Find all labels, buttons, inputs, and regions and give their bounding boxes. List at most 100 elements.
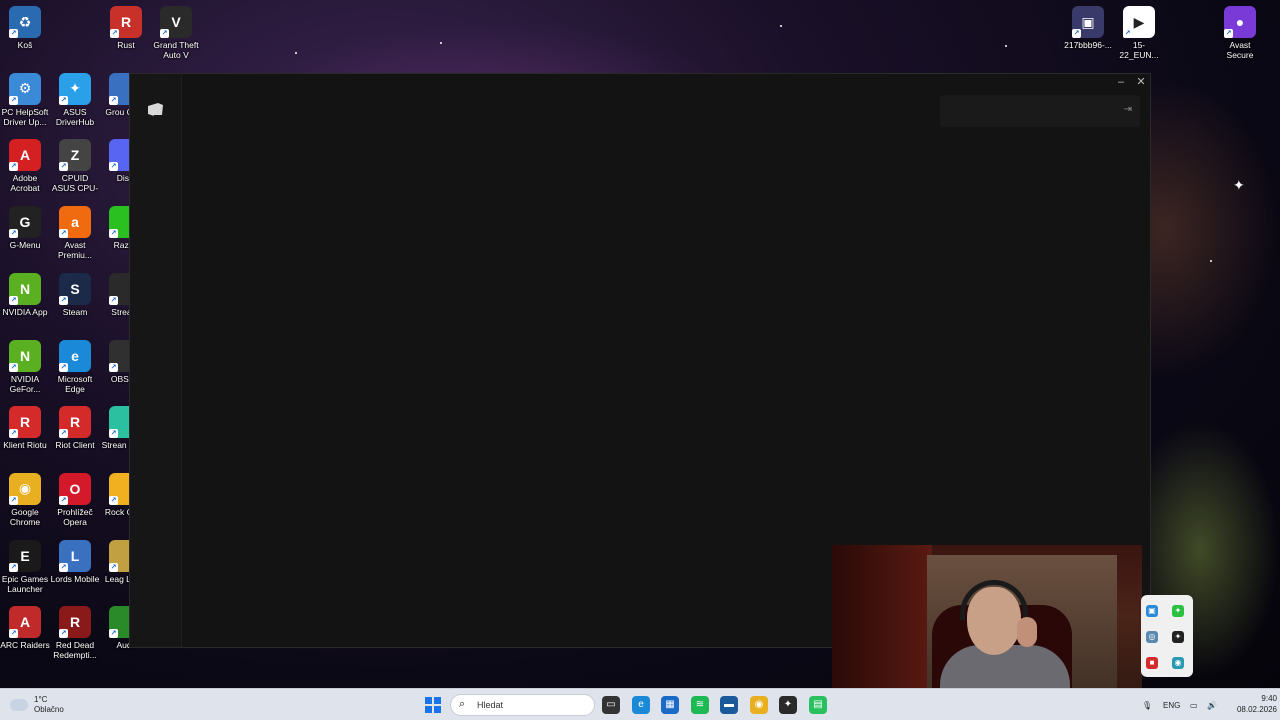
shortcut-arrow-icon: ↗ [1224, 29, 1233, 38]
language-indicator[interactable]: ENG [1163, 689, 1180, 720]
shortcut-arrow-icon: ↗ [110, 29, 119, 38]
desktop-icon-microsoft-edge[interactable]: e ↗ Microsoft Edge [50, 339, 100, 394]
shortcut-arrow-icon: ↗ [59, 562, 68, 572]
desktop-icon-steam[interactable]: S ↗ Steam [50, 272, 100, 317]
nvidia-gefor-icon: N ↗ [9, 339, 41, 372]
desktop-icon-label: 15-22_EUN... [1119, 40, 1159, 60]
window-sidebar [130, 74, 182, 647]
network-icon[interactable]: ▭ [1190, 689, 1198, 720]
taskbar-riot-icon[interactable]: ✦ [779, 696, 797, 714]
desktop-icon-lords-mobile[interactable]: L ↗ Lords Mobile [50, 539, 100, 584]
nvidia-app-icon: N ↗ [9, 272, 41, 305]
taskbar-search[interactable]: ⌕ Hledat [450, 694, 595, 716]
desktop-icon-arc-raiders[interactable]: A ↗ ARC Raiders [0, 606, 50, 650]
desktop-icon-rust[interactable]: R ↗ Rust [101, 6, 151, 50]
desktop-icon-nvidia-gefor[interactable]: N ↗ NVIDIA GeFor... [0, 339, 50, 394]
shortcut-arrow-icon: ↗ [109, 629, 118, 639]
shortcut-arrow-icon: ↗ [109, 429, 118, 439]
taskbar-store-icon[interactable]: ▦ [661, 696, 679, 714]
tray-steam-icon[interactable]: ◉ [1172, 657, 1184, 669]
avast-premiu-icon: a ↗ [59, 206, 91, 239]
microsoft-edge-icon: e ↗ [59, 339, 91, 372]
shortcut-arrow-icon: ↗ [59, 229, 68, 239]
google-chrome-icon: ◉ ↗ [9, 472, 41, 505]
desktop-icon-label: Rust [117, 40, 135, 50]
star [780, 25, 782, 27]
shortcut-arrow-icon: ↗ [59, 362, 68, 372]
desktop-icon-15-22-eun[interactable]: ▶ ↗ 15-22_EUN... [1114, 6, 1164, 60]
shortcut-arrow-icon: ↗ [9, 295, 18, 305]
minimize-button[interactable]: – [1110, 74, 1132, 90]
taskbar-edge-icon[interactable]: e [632, 696, 650, 714]
start-button[interactable] [425, 697, 441, 713]
microphone-icon[interactable]: 🎙 [1142, 689, 1152, 720]
clock[interactable]: 9:40 08.02.2026 [1222, 693, 1277, 715]
taskbar-desktop-app-icon[interactable]: ▬ [720, 696, 738, 714]
desktop-icon-avast-secure-browser[interactable]: ●↗Avast Secure Browser [1215, 6, 1265, 60]
weather-widget[interactable]: 1°C Oblačno [10, 694, 64, 716]
tray-app-icon[interactable]: ▣ [1146, 605, 1158, 617]
desktop-icon-grand-theft-auto-v[interactable]: V ↗ Grand Theft Auto V [151, 6, 201, 60]
desktop-icon-nvidia-app[interactable]: N ↗ NVIDIA App [0, 272, 50, 317]
tray-overflow-popup: ▣ ✦ ◎ ✦ ■ ◉ [1141, 595, 1193, 677]
taskbar-task-view-icon[interactable]: ▭ [602, 696, 620, 714]
desktop-icon-label: 217bbb96-... [1064, 40, 1112, 50]
shortcut-arrow-icon: ↗ [9, 95, 18, 105]
shortcut-arrow-icon: ↗ [9, 429, 18, 439]
collapse-panel-icon[interactable]: ⇥ [1124, 104, 1132, 115]
desktop-icon-cpuid-asus-cpu-z[interactable]: Z↗CPUID ASUS CPU-Z [50, 139, 100, 193]
desktop-icon-label: Red Dead Redempti... [53, 640, 97, 661]
desktop-icon-epic-games-launcher[interactable]: E ↗ Epic Games Launcher [0, 539, 50, 594]
shortcut-arrow-icon: ↗ [59, 162, 68, 172]
taskbar-spotify-icon[interactable]: ≋ [691, 696, 709, 714]
tray-riot-vanguard-icon[interactable]: ■ [1146, 657, 1158, 669]
desktop-icon-label: Steam [62, 306, 88, 317]
tray-razer-icon[interactable]: ✦ [1172, 605, 1184, 617]
shortcut-arrow-icon: ↗ [9, 362, 18, 372]
desktop-icon-pc-helpsoft-driver-up[interactable]: ⚙ ↗ PC HelpSoft Driver Up... [0, 72, 50, 127]
grand-theft-auto-v-icon: V ↗ [160, 6, 192, 38]
desktop-icon-label: G-Menu [9, 240, 41, 251]
shortcut-arrow-icon: ↗ [9, 162, 18, 172]
riot-client-icon: R ↗ [59, 406, 91, 439]
taskbar-android-icon[interactable]: ▤ [809, 696, 827, 714]
desktop-icon-asus-driverhub[interactable]: ✦ ↗ ASUS DriverHub [50, 72, 100, 127]
adobe-acrobat-icon: A ↗ [9, 139, 41, 172]
shortcut-arrow-icon: ↗ [9, 229, 18, 239]
cloud-icon [10, 699, 28, 711]
star [295, 52, 297, 54]
desktop-icon-google-chrome[interactable]: ◉ ↗ Google Chrome [0, 472, 50, 527]
desktop-icon-red-dead-redempti[interactable]: R ↗ Red Dead Redempti... [50, 606, 100, 660]
taskbar-chrome-icon[interactable]: ◉ [750, 696, 768, 714]
shortcut-arrow-icon: ↗ [9, 495, 18, 505]
desktop-icon-avast-premiu[interactable]: a ↗ Avast Premiu... [50, 206, 100, 260]
desktop-icon-klient-riotu[interactable]: R ↗ Klient Riotu [0, 406, 50, 450]
desktop-icon-g-menu[interactable]: G ↗ G-Menu [0, 206, 50, 250]
clock-time: 9:40 [1261, 694, 1277, 703]
asus-driverhub-icon: ✦ ↗ [59, 72, 91, 105]
close-button[interactable]: ✕ [1130, 74, 1152, 90]
shortcut-arrow-icon: ↗ [9, 629, 18, 639]
shortcut-arrow-icon: ↗ [59, 495, 68, 505]
star [1210, 260, 1212, 262]
shortcut-arrow-icon: ↗ [160, 29, 169, 38]
epic-games-launcher-icon: E ↗ [9, 539, 41, 572]
desktop-icon-label: Google Chrome [9, 506, 41, 527]
desktop-icon-ko[interactable]: ♻ ↗ Koš [0, 6, 50, 50]
desktop-icon-label: NVIDIA GeFor... [9, 373, 41, 394]
desktop-icon-label: Avast Secure Browser [1226, 40, 1254, 60]
desktop-icon-217bbb96[interactable]: ▣ ↗ 217bbb96-... [1063, 6, 1113, 50]
shortcut-arrow-icon: ↗ [109, 295, 118, 305]
shortcut-arrow-icon: ↗ [59, 295, 68, 305]
desktop-icon-adobe-acrobat[interactable]: A ↗ Adobe Acrobat [0, 139, 50, 193]
desktop-icon-label: Riot Client [55, 440, 95, 451]
desktop-icon-prohl-e-opera[interactable]: O ↗ Prohlížeč Opera [50, 472, 100, 527]
shortcut-arrow-icon: ↗ [9, 562, 18, 572]
riot-fist-icon[interactable] [146, 103, 164, 117]
shortcut-arrow-icon: ↗ [109, 362, 118, 372]
tray-network-icon[interactable]: ◎ [1146, 631, 1158, 643]
shortcut-arrow-icon: ↗ [109, 562, 118, 572]
volume-icon[interactable]: 🔊 [1207, 689, 1217, 720]
tray-riot-icon[interactable]: ✦ [1172, 631, 1184, 643]
desktop-icon-riot-client[interactable]: R ↗ Riot Client [50, 406, 100, 450]
